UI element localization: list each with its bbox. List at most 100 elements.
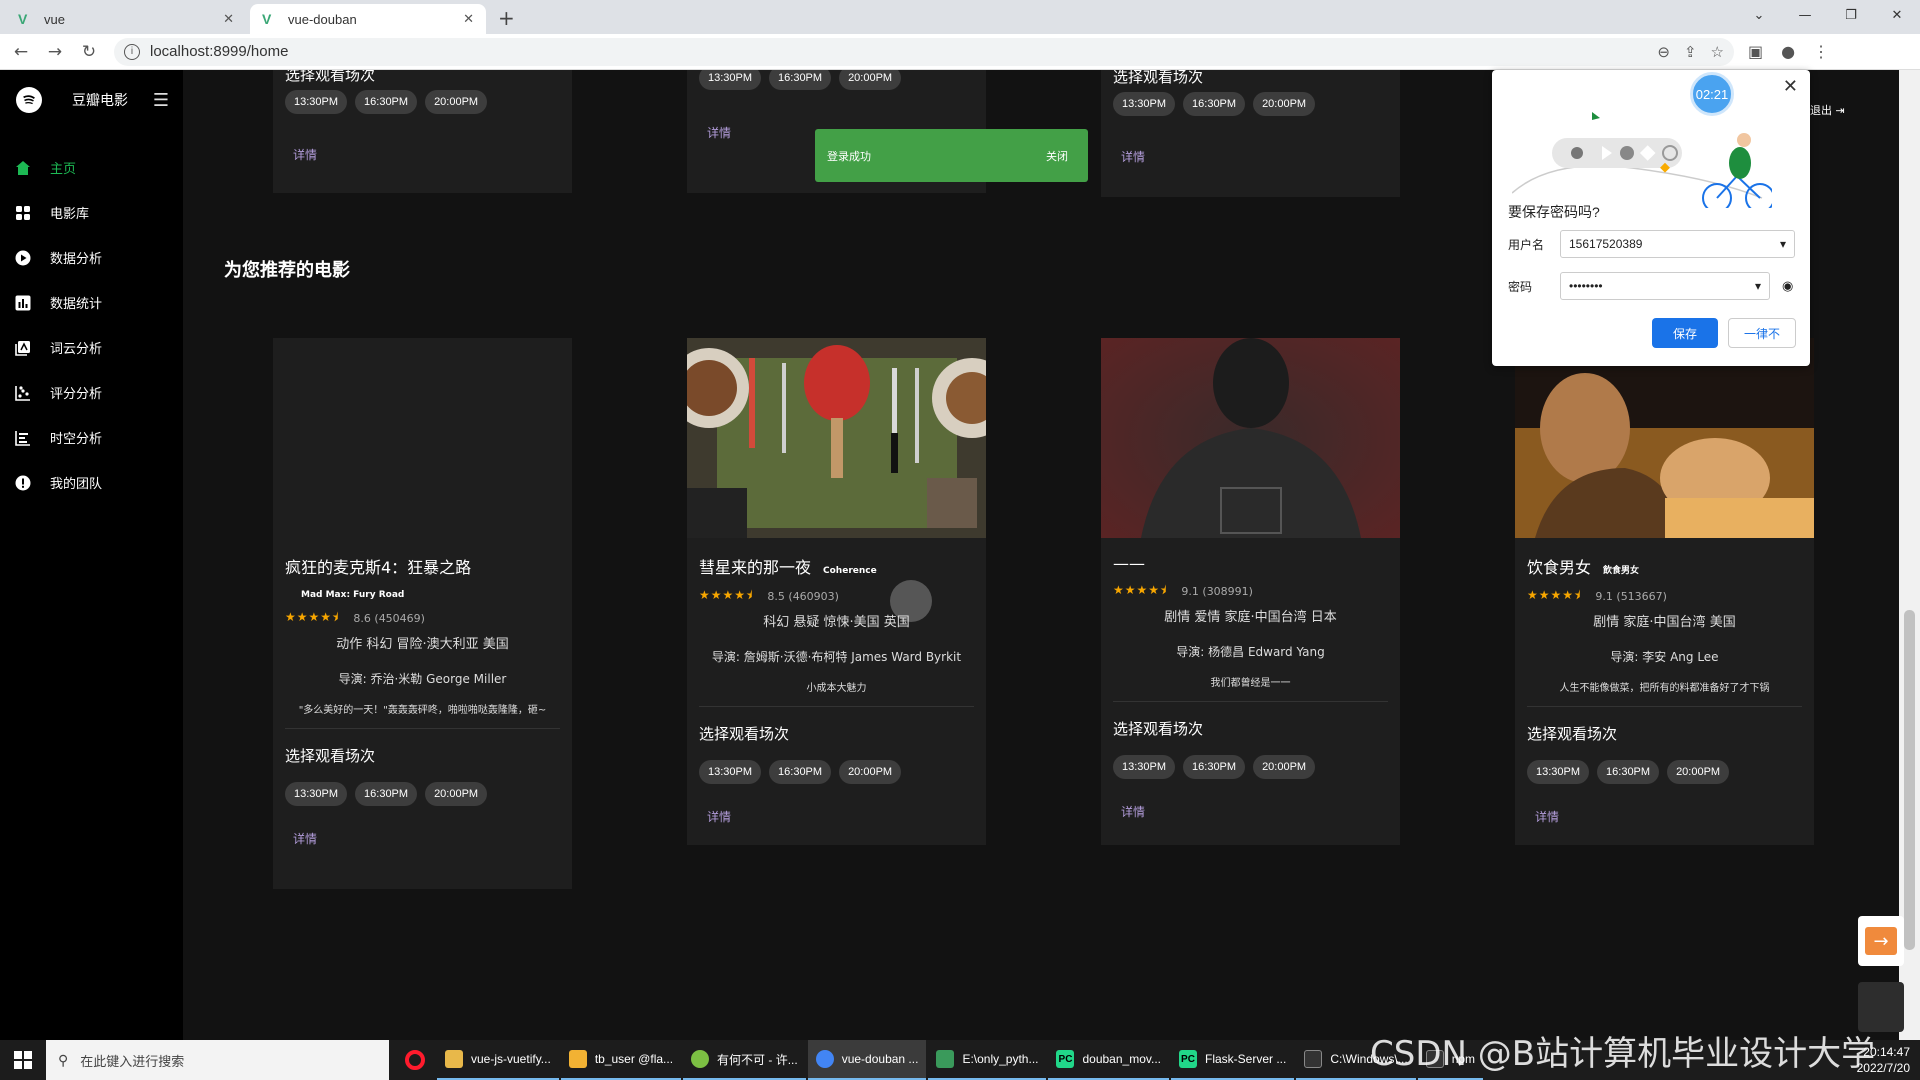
star-rating-icon: ★★★★⯨ — [1113, 583, 1168, 597]
info-icon[interactable]: i — [124, 43, 140, 60]
back-icon[interactable]: ← — [8, 42, 34, 62]
sidebar-item-rating-analysis[interactable]: 评分分析 — [0, 370, 183, 415]
never-button[interactable]: 一律不 — [1728, 318, 1796, 348]
detail-link[interactable]: 详情 — [285, 830, 560, 847]
logout-button[interactable]: 退出 ⇥ — [1810, 102, 1845, 118]
movie-poster[interactable] — [1101, 338, 1400, 538]
close-window-icon[interactable]: ✕ — [1874, 0, 1920, 30]
zoom-icon[interactable]: ⊖ — [1657, 43, 1670, 61]
bar-chart-icon — [14, 294, 32, 312]
browser-tab-vue-douban[interactable]: V vue-douban ✕ — [250, 4, 486, 34]
detail-link[interactable]: 详情 — [699, 808, 974, 825]
showtime-pill[interactable]: 13:30PM — [1113, 755, 1176, 779]
sidebar-item-my-team[interactable]: 我的团队 — [0, 460, 183, 505]
hamburger-menu-icon[interactable]: ☰ — [153, 90, 169, 111]
chevron-down-icon[interactable]: ⌄ — [1736, 0, 1782, 30]
movie-card[interactable]: 疯狂的麦克斯4：狂暴之路 Mad Max: Fury Road ★★★★⯨ 8.… — [273, 338, 572, 889]
showtime-pill[interactable]: 16:30PM — [769, 70, 832, 90]
sidebar-item-wordcloud[interactable]: 词云分析 — [0, 325, 183, 370]
forward-icon[interactable]: → — [42, 42, 68, 62]
close-icon[interactable]: ✕ — [463, 11, 474, 27]
showtime-pill[interactable]: 13:30PM — [285, 782, 348, 806]
taskbar-app[interactable]: 有何不可 - 许... — [683, 1040, 806, 1080]
movie-card[interactable]: 彗星来的那一夜 Coherence ★★★★⯨ 8.5 (460903) 科幻 悬… — [687, 338, 986, 845]
showtime-pill[interactable]: 20:00PM — [425, 90, 488, 114]
sidebar-item-movie-library[interactable]: 电影库 — [0, 190, 183, 235]
dropdown-arrow-icon[interactable]: ▾ — [1755, 279, 1761, 293]
taskbar-app[interactable]: vue-js-vuetify... — [437, 1040, 559, 1080]
eye-icon[interactable]: ◉ — [1782, 278, 1793, 294]
share-icon[interactable]: ⇪ — [1684, 43, 1697, 61]
sidebar-item-spatiotemporal[interactable]: 时空分析 — [0, 415, 183, 460]
showtime-pill[interactable]: 20:00PM — [1253, 755, 1316, 779]
folder-icon — [445, 1050, 463, 1068]
minimize-icon[interactable]: — — [1782, 0, 1828, 30]
toast-close-button[interactable]: 关闭 — [1046, 148, 1068, 164]
sidepanel-icon[interactable]: ▣ — [1748, 42, 1763, 61]
sidebar-item-label: 时空分析 — [50, 432, 103, 447]
detail-link[interactable]: 详情 — [1527, 808, 1802, 825]
secondary-widget[interactable] — [1858, 982, 1904, 1032]
more-menu-icon[interactable]: ⋮ — [1813, 42, 1829, 61]
showtime-pill[interactable]: 16:30PM — [355, 90, 418, 114]
showtime-pill[interactable]: 13:30PM — [699, 760, 762, 784]
showtime-pill[interactable]: 20:00PM — [425, 782, 488, 806]
movie-poster[interactable] — [273, 338, 572, 538]
close-icon[interactable]: ✕ — [1783, 76, 1798, 97]
windows-start-icon[interactable] — [0, 1051, 46, 1069]
bookmark-star-icon[interactable]: ☆ — [1711, 43, 1724, 61]
showtime-pill[interactable]: 16:30PM — [1183, 755, 1246, 779]
address-bar[interactable]: i localhost:8999/home ⊖ ⇪ ☆ — [114, 37, 1734, 66]
showtime-pill[interactable]: 13:30PM — [699, 70, 762, 90]
showtime-heading: 选择观看场次 — [1113, 70, 1204, 86]
star-rating-icon: ★★★★⯨ — [285, 610, 340, 624]
sidebar-item-label: 电影库 — [50, 207, 90, 222]
new-tab-icon[interactable]: + — [498, 6, 515, 30]
page-scrollbar[interactable] — [1899, 70, 1920, 1040]
showtime-pill[interactable]: 13:30PM — [285, 90, 348, 114]
sidebar-item-label: 数据统计 — [50, 297, 103, 312]
showtime-pill[interactable]: 16:30PM — [1597, 760, 1660, 784]
showtime-pill[interactable]: 13:30PM — [1527, 760, 1590, 784]
showtime-pill[interactable]: 20:00PM — [839, 70, 902, 90]
taskbar-app[interactable]: tb_user @fla... — [560, 1040, 682, 1080]
taskbar-search[interactable]: ⚲ 在此键入进行搜索 — [46, 1040, 389, 1080]
detail-link[interactable]: 详情 — [1121, 148, 1145, 165]
movie-poster[interactable] — [687, 338, 986, 538]
share-widget-button[interactable]: → — [1858, 916, 1904, 966]
sidebar-item-home[interactable]: 主页 — [0, 145, 183, 190]
scrollbar-thumb[interactable] — [1904, 610, 1915, 950]
profile-icon[interactable]: ● — [1781, 42, 1795, 61]
restore-icon[interactable]: ❐ — [1828, 0, 1874, 30]
taskbar-app[interactable]: PC Flask-Server ... — [1170, 1040, 1295, 1080]
opera-app-icon[interactable] — [395, 1040, 435, 1080]
username-field[interactable]: 15617520389 ▾ — [1560, 230, 1795, 258]
browser-tab-vue[interactable]: V vue ✕ — [6, 4, 246, 34]
detail-link[interactable]: 详情 — [293, 146, 317, 163]
movie-poster[interactable] — [1515, 338, 1814, 538]
sidebar-item-data-analysis[interactable]: 数据分析 — [0, 235, 183, 280]
showtime-pill[interactable]: 20:00PM — [1667, 760, 1730, 784]
taskbar-app[interactable]: PC douban_mov... — [1048, 1040, 1169, 1080]
showtime-pill[interactable]: 20:00PM — [839, 760, 902, 784]
showtime-list: 13:30PM 16:30PM 20:00PM — [1527, 760, 1802, 784]
movie-card[interactable]: 饮食男女 飲食男女 ★★★★⯨ 9.1 (513667) 剧情 家庭·中国台湾 美… — [1515, 338, 1814, 845]
detail-link[interactable]: 详情 — [1113, 803, 1388, 820]
movie-card[interactable]: —— ★★★★⯨ 9.1 (308991) 剧情 爱情 家庭·中国台湾 日本 导… — [1101, 338, 1400, 845]
taskbar-app[interactable]: E:\only_pyth... — [928, 1040, 1047, 1080]
showtime-pill[interactable]: 20:00PM — [1253, 92, 1316, 116]
close-icon[interactable]: ✕ — [223, 11, 234, 27]
save-button[interactable]: 保存 — [1652, 318, 1718, 348]
reload-icon[interactable]: ↻ — [76, 42, 102, 62]
password-field[interactable]: •••••••• ▾ — [1560, 272, 1770, 300]
showtime-pill[interactable]: 13:30PM — [1113, 92, 1176, 116]
movie-subtitle: Coherence — [823, 566, 877, 576]
sidebar-item-data-stats[interactable]: 数据统计 — [0, 280, 183, 325]
taskbar-app[interactable]: vue-douban ... — [807, 1040, 927, 1080]
showtime-pill[interactable]: 16:30PM — [1183, 92, 1246, 116]
search-placeholder: 在此键入进行搜索 — [80, 1053, 185, 1069]
showtime-pill[interactable]: 16:30PM — [769, 760, 832, 784]
dropdown-arrow-icon[interactable]: ▾ — [1780, 237, 1786, 251]
showtime-pill[interactable]: 16:30PM — [355, 782, 418, 806]
detail-link[interactable]: 详情 — [707, 124, 731, 141]
